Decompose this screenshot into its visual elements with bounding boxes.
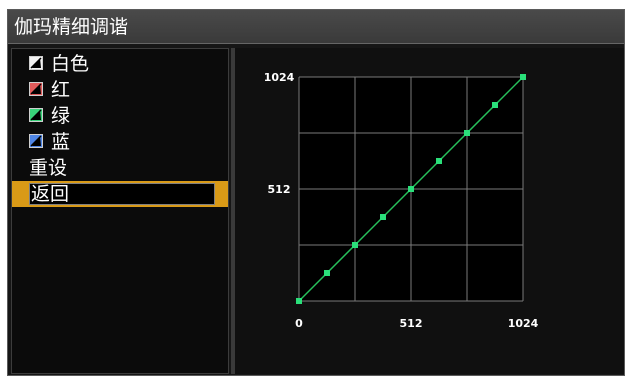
curve-control-point[interactable] [380,214,386,220]
menu-item-red[interactable]: 红 [12,77,228,103]
gamma-graph-panel: 0 512 1024 512 1024 [235,48,624,374]
title-bar: 伽玛精细调谐 [8,10,624,44]
menu-panel: 白色 红 绿 蓝 重设 返回 [11,48,229,374]
menu-item-label: 红 [51,79,71,101]
back-button[interactable]: 返回 [12,181,228,207]
back-label: 返回 [31,183,70,205]
reset-button[interactable]: 重设 [12,155,228,181]
menu-item-green[interactable]: 绿 [12,103,228,129]
curve-control-point[interactable] [436,158,442,164]
curve-control-point[interactable] [352,242,358,248]
curve-control-point[interactable] [324,270,330,276]
x-tick-label: 1024 [508,317,539,330]
curve-icon-green [29,108,43,122]
curve-icon-red [29,82,43,96]
y-tick-label: 1024 [264,71,295,84]
osd-window: 伽玛精细调谐 白色 红 绿 蓝 重设 返回 0 512 1024 512 102… [7,9,625,376]
page-title: 伽玛精细调谐 [14,16,129,38]
curve-icon-white [29,56,43,70]
menu-item-label: 白色 [51,53,90,75]
x-tick-label: 512 [400,317,423,330]
curve-control-point[interactable] [520,74,526,80]
y-tick-label: 512 [268,183,291,196]
gamma-chart: 0 512 1024 512 1024 [264,71,539,330]
menu-item-label: 绿 [51,105,71,127]
curve-control-point[interactable] [296,298,302,304]
menu-item-blue[interactable]: 蓝 [12,129,228,155]
menu-item-label: 蓝 [51,131,71,153]
curve-control-point[interactable] [464,130,470,136]
curve-icon-blue [29,134,43,148]
curve-control-point[interactable] [408,186,414,192]
menu-item-white[interactable]: 白色 [12,51,228,77]
reset-label: 重设 [29,157,68,179]
x-tick-label: 0 [295,317,303,330]
curve-control-point[interactable] [492,102,498,108]
